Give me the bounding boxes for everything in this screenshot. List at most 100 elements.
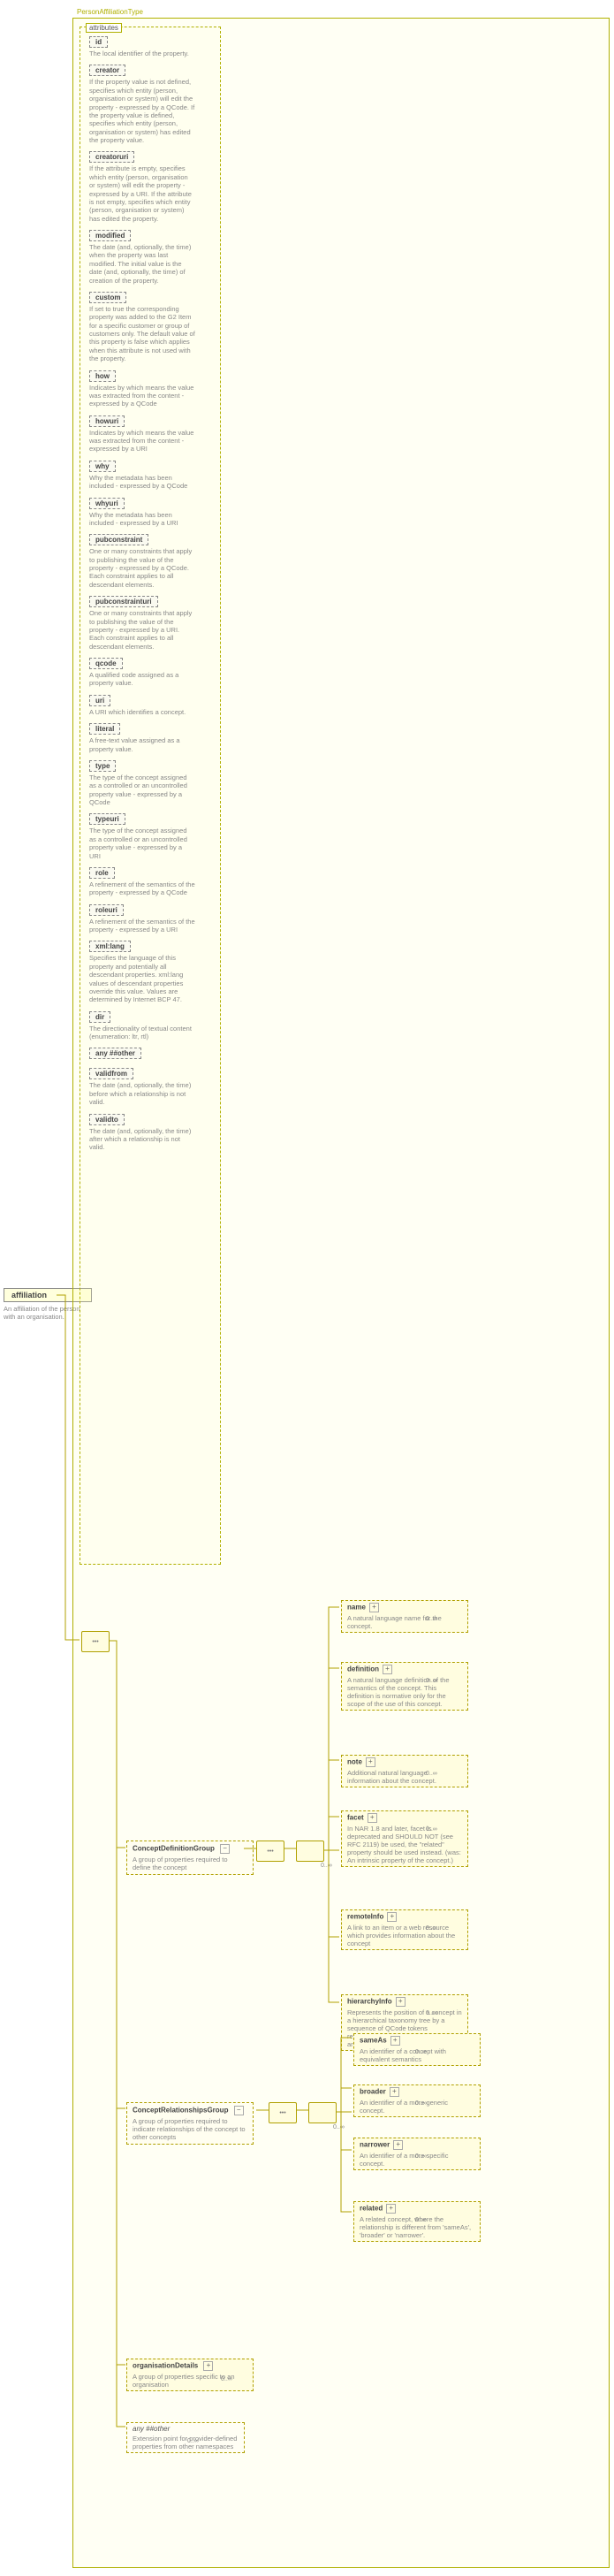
root-element-name: affiliation (11, 1291, 47, 1299)
attr-desc: One or many constraints that apply to pu… (89, 609, 195, 651)
expand-icon[interactable]: + (387, 1912, 397, 1922)
def-child-facet[interactable]: facet+In NAR 1.8 and later, facet is dep… (341, 1810, 468, 1867)
element-name: hierarchyInfo (347, 1998, 392, 2006)
def-child-note[interactable]: note+Additional natural language informa… (341, 1755, 468, 1787)
expand-icon[interactable]: + (383, 1665, 392, 1674)
attr-name: pubconstrainturi (89, 596, 158, 607)
attr-name: why (89, 461, 116, 472)
attributes-label: attributes (86, 23, 122, 33)
attr-desc: The date (and, optionally, the time) aft… (89, 1127, 195, 1152)
expand-icon[interactable]: + (396, 1997, 406, 2007)
attr-desc: The date (and, optionally, the time) whe… (89, 243, 195, 285)
concept-definition-group-desc: A group of properties required to define… (133, 1856, 247, 1871)
attributes-container: attributes idThe local identifier of the… (80, 27, 221, 1565)
attr-desc: If the property value is not defined, sp… (89, 78, 195, 144)
def-child-card: 0..∞ (426, 2010, 437, 2016)
attr-item: why Why the metadata has been included - … (89, 461, 215, 491)
expand-icon[interactable]: − (220, 1844, 230, 1854)
attr-name: whyuri (89, 498, 125, 509)
attr-item: xml:langSpecifies the language of this p… (89, 941, 215, 1003)
attr-item: qcodeA qualified code assigned as a prop… (89, 658, 215, 688)
attr-desc: Why the metadata has been included - exp… (89, 474, 195, 491)
element-name: narrower (360, 2141, 390, 2149)
concept-relationships-group-name: ConceptRelationshipsGroup (133, 2107, 228, 2115)
any-other-box: any ##other Extension point for provider… (126, 2422, 245, 2453)
element-name: related (360, 2205, 383, 2213)
def-child-definition[interactable]: definition+A natural language definition… (341, 1662, 468, 1711)
org-card: 0..∞ (221, 2376, 232, 2382)
attr-item: validfromThe date (and, optionally, the … (89, 1068, 215, 1106)
concept-definition-group-name: ConceptDefinitionGroup (133, 1845, 215, 1853)
expand-icon[interactable]: + (393, 2140, 403, 2150)
attr-item: howIndicates by which means the value wa… (89, 370, 215, 408)
expand-icon[interactable]: − (234, 2106, 244, 2115)
rel-card: 0..∞ (333, 2124, 345, 2130)
attr-desc: If the attribute is empty, specifies whi… (89, 164, 195, 223)
def-child-card: 0..∞ (426, 1771, 437, 1777)
def-choice (296, 1841, 324, 1862)
element-desc: A natural language definition of the sem… (347, 1676, 462, 1708)
type-label: PersonAffiliationType (77, 8, 143, 16)
def-card: 0..∞ (321, 1863, 332, 1869)
element-name: name (347, 1604, 366, 1612)
concept-relationships-group-box[interactable]: ConceptRelationshipsGroup − A group of p… (126, 2102, 254, 2145)
attr-name: uri (89, 695, 110, 706)
def-child-card: 0..∞ (426, 1925, 437, 1932)
expand-icon[interactable]: + (203, 2361, 213, 2371)
expand-icon[interactable]: + (386, 2204, 396, 2214)
concept-relationships-group-desc: A group of properties required to indica… (133, 2117, 247, 2141)
attr-name: how (89, 370, 116, 382)
attr-item: roleuriA refinement of the semantics of … (89, 904, 215, 934)
element-desc: A natural language name for the concept. (347, 1614, 462, 1630)
attr-desc: Indicates by which means the value was e… (89, 429, 195, 453)
expand-icon[interactable]: + (390, 2036, 400, 2046)
attr-desc: The type of the concept assigned as a co… (89, 827, 195, 860)
attr-name: pubconstraint (89, 534, 148, 545)
element-desc: Additional natural language information … (347, 1769, 462, 1785)
concept-definition-group-box[interactable]: ConceptDefinitionGroup − A group of prop… (126, 1841, 254, 1875)
main-sequence: ••• (81, 1631, 110, 1652)
def-child-remoteInfo[interactable]: remoteInfo+A link to an item or a web re… (341, 1909, 468, 1950)
attr-desc: A refinement of the semantics of the pro… (89, 880, 195, 897)
attr-desc: The local identifier of the property. (89, 50, 195, 57)
any-other-desc: Extension point for provider-defined pro… (133, 2435, 239, 2450)
attr-item: pubconstrainturi One or many constraints … (89, 596, 215, 651)
attr-name: validto (89, 1114, 125, 1125)
attr-item: literalA free-text value assigned as a p… (89, 723, 215, 753)
attr-item: howuriIndicates by which means the value… (89, 415, 215, 453)
element-desc: In NAR 1.8 and later, facet is deprecate… (347, 1825, 462, 1864)
attr-desc: The directionality of textual content (e… (89, 1025, 195, 1041)
attr-item: creatoruriIf the attribute is empty, spe… (89, 151, 215, 223)
attr-desc: Specifies the language of this property … (89, 954, 195, 1003)
any-other-name: any ##other (133, 2425, 170, 2433)
attr-desc: Why the metadata has been included - exp… (89, 511, 195, 528)
attr-name: validfrom (89, 1068, 133, 1079)
attr-item: dir The directionality of textual content… (89, 1011, 215, 1041)
expand-icon[interactable]: + (366, 1757, 375, 1767)
attr-name: type (89, 760, 116, 772)
attr-name: typeuri (89, 813, 125, 825)
attr-name: dir (89, 1011, 110, 1023)
def-child-name[interactable]: name+ A natural language name for the con… (341, 1600, 468, 1633)
attr-desc: A refinement of the semantics of the pro… (89, 918, 195, 934)
def-child-card: 0..∞ (426, 1678, 437, 1684)
attr-name: literal (89, 723, 120, 735)
rel-sequence: ••• (269, 2102, 297, 2123)
attr-name: creator (89, 65, 125, 76)
sequence-glyph: ••• (279, 2110, 285, 2116)
attr-desc: If set to true the corresponding propert… (89, 305, 195, 363)
attr-item: roleA refinement of the semantics of the… (89, 867, 215, 897)
any-card: 0..∞ (187, 2438, 199, 2444)
element-name: remoteInfo (347, 1913, 383, 1921)
attr-item: whyuri Why the metadata has been included… (89, 498, 215, 528)
organisation-details-box[interactable]: organisationDetails + A group of propert… (126, 2359, 254, 2391)
attr-desc: The type of the concept assigned as a co… (89, 774, 195, 807)
attr-item: typeuri The type of the concept assigned … (89, 813, 215, 860)
attr-item: creator If the property value is not defi… (89, 65, 215, 144)
expand-icon[interactable]: + (369, 1603, 379, 1612)
attr-item: pubconstraintOne or many constraints tha… (89, 534, 215, 589)
rel-child-card: 0..∞ (415, 2100, 427, 2107)
attr-item: type The type of the concept assigned as … (89, 760, 215, 807)
expand-icon[interactable]: + (390, 2087, 399, 2097)
expand-icon[interactable]: + (368, 1813, 377, 1823)
